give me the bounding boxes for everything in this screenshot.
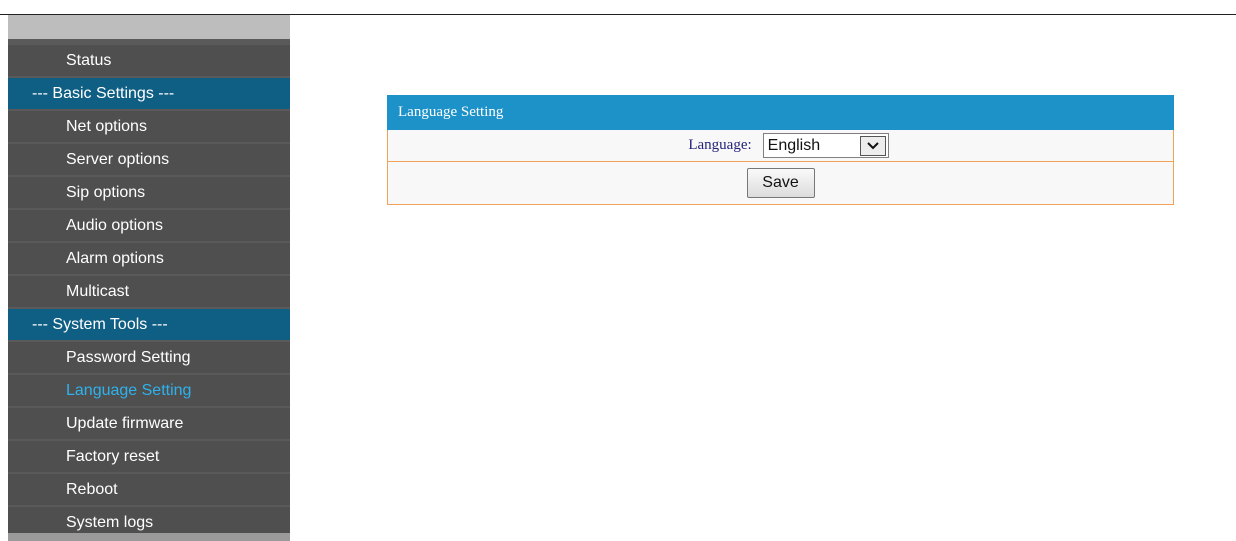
language-setting-panel: Language Setting Language: English Save (387, 95, 1174, 205)
language-select[interactable]: English (762, 133, 889, 158)
sidebar-section-system-tools: --- System Tools --- (8, 309, 290, 340)
sidebar-item-net-options[interactable]: Net options (8, 111, 290, 142)
sidebar-item-status[interactable]: Status (8, 45, 290, 76)
sidebar-item-reboot[interactable]: Reboot (8, 474, 290, 505)
sidebar-item-update-firmware[interactable]: Update firmware (8, 408, 290, 439)
language-label: Language: (688, 137, 752, 153)
chevron-down-icon[interactable] (859, 135, 886, 156)
sidebar-item-alarm-options[interactable]: Alarm options (8, 243, 290, 274)
sidebar-item-server-options[interactable]: Server options (8, 144, 290, 175)
sidebar-item-multicast[interactable]: Multicast (8, 276, 290, 307)
language-select-value: English (767, 136, 821, 154)
sidebar-item-sip-options[interactable]: Sip options (8, 177, 290, 208)
sidebar-item-password-setting[interactable]: Password Setting (8, 342, 290, 373)
sidebar-header-strip (8, 15, 290, 39)
language-row: Language: English (388, 130, 1173, 161)
sidebar-bottom-strip (8, 533, 290, 541)
panel-body: Language: English Save (387, 130, 1174, 205)
sidebar-section-basic-settings: --- Basic Settings --- (8, 78, 290, 109)
sidebar-item-language-setting[interactable]: Language Setting (8, 375, 290, 406)
panel-title: Language Setting (387, 95, 1174, 130)
sidebar-item-factory-reset[interactable]: Factory reset (8, 441, 290, 472)
sidebar-item-audio-options[interactable]: Audio options (8, 210, 290, 241)
save-row: Save (388, 161, 1173, 204)
sidebar: Status --- Basic Settings --- Net option… (8, 15, 290, 541)
save-button[interactable]: Save (746, 168, 815, 198)
